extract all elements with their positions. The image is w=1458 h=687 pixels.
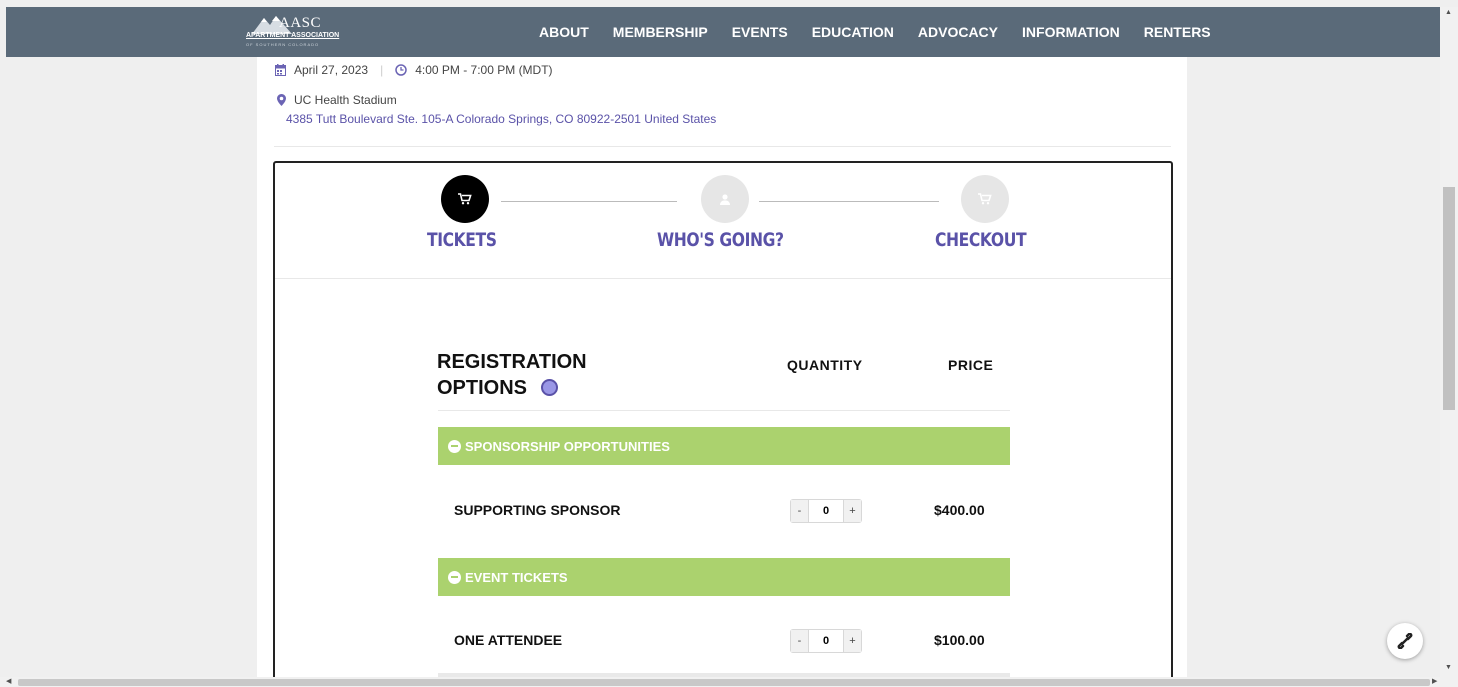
cart-icon: [458, 193, 472, 205]
registration-options-heading: REGISTRATION OPTIONS: [437, 349, 587, 401]
increment-button[interactable]: +: [844, 500, 861, 522]
event-time: 4:00 PM - 7:00 PM (MDT): [415, 63, 553, 77]
step-connector: [501, 201, 677, 202]
header-divider: [438, 410, 1010, 411]
checkout-steps: TICKETS WHO'S GOING? CHECKOUT: [275, 163, 1171, 279]
nav-links: ABOUT MEMBERSHIP EVENTS EDUCATION ADVOCA…: [539, 7, 1235, 57]
help-dot-icon[interactable]: [541, 379, 559, 396]
cart-icon: [978, 193, 992, 205]
link-icon: [1397, 633, 1413, 649]
horizontal-scrollbar[interactable]: ◀ ▶: [0, 677, 1458, 687]
calendar-icon: [275, 64, 286, 76]
scroll-right-arrow-icon[interactable]: ▶: [1432, 677, 1437, 685]
event-address[interactable]: 4385 Tutt Boulevard Ste. 105-A Colorado …: [286, 112, 716, 126]
category-event-tickets[interactable]: EVENT TICKETS: [438, 558, 1010, 596]
aasc-logo[interactable]: AASC APARTMENT ASSOCIATION OF SOUTHERN C…: [246, 12, 340, 52]
quantity-header: QUANTITY: [787, 357, 863, 373]
step-checkout-label[interactable]: CHECKOUT: [935, 229, 1027, 251]
nav-education[interactable]: EDUCATION: [812, 24, 894, 40]
step-whos-going-circle[interactable]: [701, 175, 749, 223]
ticket-price: $400.00: [934, 502, 985, 518]
category-sponsorship[interactable]: SPONSORSHIP OPPORTUNITIES: [438, 427, 1010, 465]
user-icon: [720, 193, 730, 205]
ticket-name: SUPPORTING SPONSOR: [454, 502, 621, 518]
quantity-value[interactable]: 0: [808, 630, 844, 652]
vertical-scrollbar[interactable]: ▲ ▼: [1440, 7, 1458, 678]
vertical-scroll-thumb[interactable]: [1443, 187, 1455, 410]
map-pin-icon: [277, 94, 286, 106]
collapse-minus-icon: [448, 439, 461, 453]
quantity-value[interactable]: 0: [808, 500, 844, 522]
quantity-stepper: - 0 +: [790, 629, 862, 653]
step-tickets-circle[interactable]: [441, 175, 489, 223]
event-page: April 27, 2023 | 4:00 PM - 7:00 PM (MDT)…: [257, 57, 1187, 687]
nav-membership[interactable]: MEMBERSHIP: [613, 24, 708, 40]
step-checkout-circle[interactable]: [961, 175, 1009, 223]
logo-text: AASC: [279, 15, 322, 31]
step-whos-going-label[interactable]: WHO'S GOING?: [657, 229, 784, 251]
nav-advocacy[interactable]: ADVOCACY: [918, 24, 998, 40]
logo-tagline: OF SOUTHERN COLORADO: [246, 42, 320, 47]
ticket-name: ONE ATTENDEE: [454, 632, 563, 648]
increment-button[interactable]: +: [844, 630, 861, 652]
scroll-up-arrow-icon[interactable]: ▲: [1445, 9, 1452, 16]
decrement-button[interactable]: -: [791, 500, 808, 522]
clock-icon: [395, 64, 407, 76]
nav-events[interactable]: EVENTS: [732, 24, 788, 40]
scroll-left-arrow-icon[interactable]: ◀: [6, 677, 11, 685]
category-name: EVENT TICKETS: [465, 569, 568, 585]
nav-renters[interactable]: RENTERS: [1144, 24, 1211, 40]
event-venue: UC Health Stadium: [294, 93, 397, 107]
decrement-button[interactable]: -: [791, 630, 808, 652]
floating-action-button[interactable]: [1387, 623, 1423, 659]
category-name: SPONSORSHIP OPPORTUNITIES: [465, 438, 670, 454]
collapse-minus-icon: [448, 570, 461, 584]
price-header: PRICE: [948, 357, 994, 373]
event-datetime: April 27, 2023 | 4:00 PM - 7:00 PM (MDT): [275, 63, 553, 77]
event-venue-row: UC Health Stadium: [277, 93, 397, 107]
quantity-stepper: - 0 +: [790, 499, 862, 523]
top-navbar: AASC APARTMENT ASSOCIATION OF SOUTHERN C…: [6, 7, 1440, 57]
registration-heading-line2: OPTIONS: [437, 377, 528, 399]
registration-heading-line1: REGISTRATION: [437, 351, 587, 373]
logo-subtitle: APARTMENT ASSOCIATION: [246, 32, 340, 39]
step-tickets-label[interactable]: TICKETS: [427, 229, 497, 251]
ticket-price: $100.00: [934, 632, 985, 648]
registration-box: TICKETS WHO'S GOING? CHECKOUT REGISTRATI…: [273, 161, 1173, 687]
nav-about[interactable]: ABOUT: [539, 24, 589, 40]
divider: [274, 146, 1171, 147]
event-date: April 27, 2023: [294, 63, 369, 77]
step-connector: [759, 201, 939, 202]
meta-separator: |: [380, 63, 384, 77]
horizontal-scroll-thumb[interactable]: [18, 679, 1430, 686]
scroll-down-arrow-icon[interactable]: ▼: [1445, 664, 1452, 671]
nav-information[interactable]: INFORMATION: [1022, 24, 1120, 40]
